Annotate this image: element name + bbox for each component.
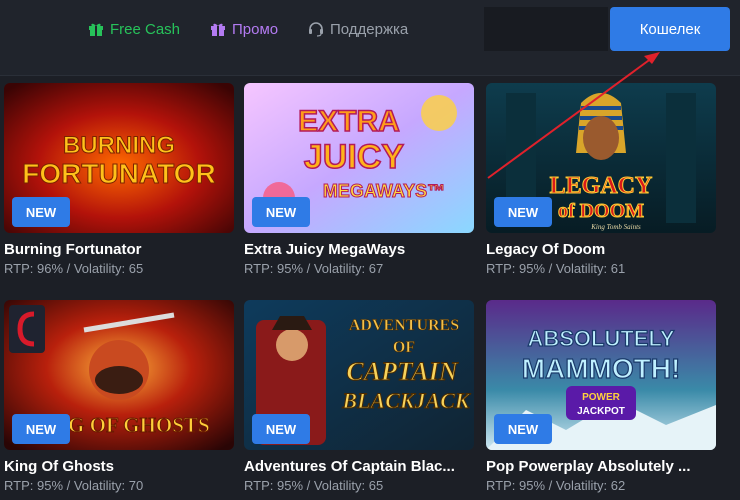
art-title-line3: MEGAWAYS™ [323,181,445,201]
new-badge: NEW [252,197,310,227]
game-card[interactable]: ADVENTURES OF CAPTAIN BLACKJACK NEW Adve… [244,300,474,493]
game-title[interactable]: Burning Fortunator [4,241,234,258]
game-card[interactable]: EXTRA JUICY MEGAWAYS™ NEW Extra Juicy Me… [244,83,474,276]
nav-free-cash[interactable]: Free Cash [88,18,180,40]
game-card[interactable]: KING OF GHOSTS NEW King Of Ghosts RTP: 9… [4,300,234,493]
game-thumbnail[interactable]: EXTRA JUICY MEGAWAYS™ NEW [244,83,474,233]
art-title-line2: MAMMOTH! [522,353,681,384]
game-meta: RTP: 95% / Volatility: 65 [244,478,384,493]
gift-icon [88,21,104,37]
new-badge: NEW [494,414,552,444]
wallet-button[interactable]: Кошелек [610,7,730,51]
game-thumbnail[interactable]: KING OF GHOSTS NEW [4,300,234,450]
nav-promo[interactable]: Промо [210,18,278,40]
game-card[interactable]: LEGACY of DOOM King Tomb Saints NEW Lega… [486,83,716,276]
game-thumbnail[interactable]: ABSOLUTELY MAMMOTH! POWER JACKPOT NEW [486,300,716,450]
new-badge: NEW [252,414,310,444]
game-meta: RTP: 95% / Volatility: 62 [486,478,626,493]
art-title-line2: JUICY [304,138,404,176]
game-title[interactable]: Pop Powerplay Absolutely ... [486,458,716,475]
art-title-line3: POWER [582,392,621,403]
new-badge: NEW [494,197,552,227]
header-search-area[interactable] [484,7,608,51]
nav-support-label: Поддержка [330,20,409,38]
game-meta: RTP: 96% / Volatility: 65 [4,261,144,276]
art-title-line1: BURNING [63,132,175,159]
game-title[interactable]: Extra Juicy MegaWays [244,241,474,258]
nav-free-cash-label: Free Cash [110,20,181,38]
game-meta: RTP: 95% / Volatility: 67 [244,261,384,276]
art-title-line1: ADVENTURES [349,317,459,334]
game-card[interactable]: BURNING FORTUNATOR NEW Burning Fortunato… [4,83,234,276]
art-title-line1: ABSOLUTELY [527,326,674,351]
art-title-line4: JACKPOT [577,406,625,417]
art-title-line2: of DOOM [558,200,644,222]
art-title-line3: CAPTAIN [346,357,458,386]
game-title[interactable]: Adventures Of Captain Blac... [244,458,474,475]
art-title-line1: EXTRA [298,105,400,138]
nav-support[interactable]: Поддержка [308,18,408,40]
game-thumbnail[interactable]: ADVENTURES OF CAPTAIN BLACKJACK NEW [244,300,474,450]
art-title-line3: King Tomb Saints [590,223,641,231]
game-meta: RTP: 95% / Volatility: 70 [4,478,144,493]
game-thumbnail[interactable]: LEGACY of DOOM King Tomb Saints NEW [486,83,716,233]
art-title-line2: OF [393,339,415,356]
gift-icon [210,21,226,37]
game-title[interactable]: King Of Ghosts [4,458,234,475]
game-title[interactable]: Legacy Of Doom [486,241,716,258]
game-thumbnail[interactable]: BURNING FORTUNATOR NEW [4,83,234,233]
new-badge: NEW [12,414,70,444]
nav-promo-label: Промо [232,20,279,38]
game-meta: RTP: 95% / Volatility: 61 [486,261,626,276]
headset-icon [308,21,324,37]
new-badge: NEW [12,197,70,227]
top-bar: Free Cash Промо Поддержка Кошелек [0,0,740,76]
art-title-line2: FORTUNATOR [22,158,215,189]
game-card[interactable]: ABSOLUTELY MAMMOTH! POWER JACKPOT NEW Po… [486,300,716,493]
art-title-line1: LEGACY [550,173,653,199]
art-title-line4: BLACKJACK [341,388,470,413]
